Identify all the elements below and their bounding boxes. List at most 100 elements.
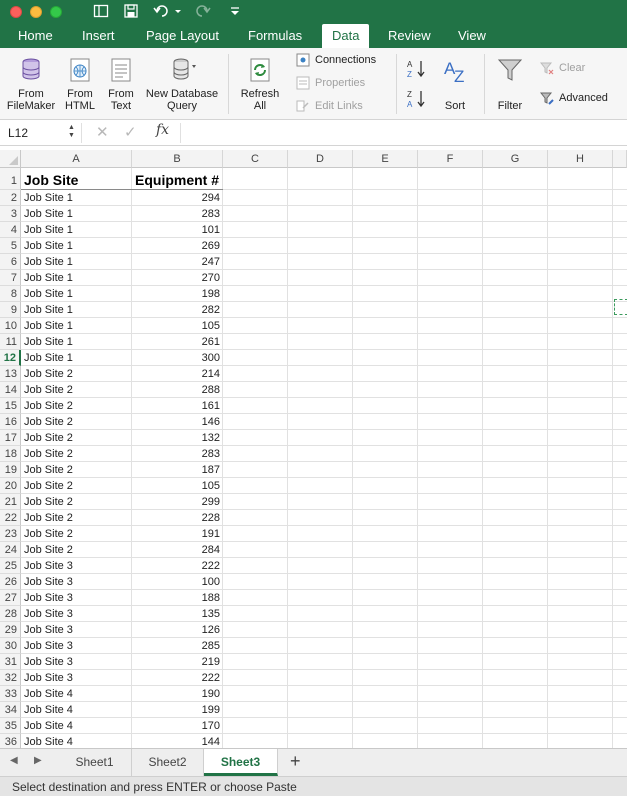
row-header[interactable]: 20 [0, 478, 21, 494]
equipment-number-cell[interactable]: 288 [132, 382, 223, 398]
job-site-cell[interactable]: Job Site 4 [21, 734, 132, 748]
advanced-filter-button[interactable]: Advanced [540, 90, 608, 106]
job-site-cell[interactable]: Job Site 4 [21, 718, 132, 734]
equipment-number-cell[interactable]: 144 [132, 734, 223, 748]
customize-toolbar-icon[interactable] [226, 3, 244, 21]
row-header[interactable]: 9 [0, 302, 21, 318]
equipment-number-cell[interactable]: 170 [132, 718, 223, 734]
job-site-cell[interactable]: Job Site 3 [21, 590, 132, 606]
row-header[interactable]: 22 [0, 510, 21, 526]
properties-button[interactable]: Properties [296, 75, 365, 91]
connections-button[interactable]: Connections [296, 52, 376, 68]
job-site-cell[interactable]: Job Site 1 [21, 334, 132, 350]
row-header[interactable]: 19 [0, 462, 21, 478]
row-header[interactable]: 15 [0, 398, 21, 414]
equipment-number-cell[interactable]: 282 [132, 302, 223, 318]
tab-page-layout[interactable]: Page Layout [136, 24, 229, 48]
row-header[interactable]: 8 [0, 286, 21, 302]
column-header-e[interactable]: E [353, 150, 418, 168]
equipment-number-cell[interactable]: 283 [132, 206, 223, 222]
row-header[interactable]: 35 [0, 718, 21, 734]
equipment-number-cell[interactable]: 269 [132, 238, 223, 254]
row-header[interactable]: 26 [0, 574, 21, 590]
job-site-cell[interactable]: Job Site 1 [21, 190, 132, 206]
row-header[interactable]: 14 [0, 382, 21, 398]
equipment-number-cell[interactable]: 188 [132, 590, 223, 606]
close-window-button[interactable] [10, 6, 22, 18]
row-header[interactable]: 17 [0, 430, 21, 446]
tab-view[interactable]: View [448, 24, 496, 48]
job-site-cell[interactable]: Job Site 4 [21, 702, 132, 718]
job-site-cell[interactable]: Job Site 1 [21, 318, 132, 334]
column-title-job-site[interactable]: Job Site [21, 168, 132, 190]
equipment-number-cell[interactable]: 270 [132, 270, 223, 286]
row-header[interactable]: 28 [0, 606, 21, 622]
add-sheet-icon[interactable]: + [290, 751, 301, 772]
job-site-cell[interactable]: Job Site 3 [21, 558, 132, 574]
tab-home[interactable]: Home [8, 24, 63, 48]
new-database-query-button[interactable]: New Database Query [142, 56, 222, 112]
row-header[interactable]: 16 [0, 414, 21, 430]
next-sheet-icon[interactable]: ▶ [34, 755, 42, 766]
job-site-cell[interactable]: Job Site 2 [21, 542, 132, 558]
column-header-b[interactable]: B [132, 150, 223, 168]
row-header[interactable]: 5 [0, 238, 21, 254]
worksheet-grid[interactable]: A B C D E F G H 1 Job Site Equipment #2 Job Site 12… [0, 150, 627, 748]
equipment-number-cell[interactable]: 187 [132, 462, 223, 478]
job-site-cell[interactable]: Job Site 1 [21, 254, 132, 270]
job-site-cell[interactable]: Job Site 3 [21, 574, 132, 590]
formula-input[interactable] [180, 123, 620, 143]
clear-filter-button[interactable]: Clear [540, 60, 585, 76]
equipment-number-cell[interactable]: 283 [132, 446, 223, 462]
confirm-entry-icon[interactable]: ✓ [124, 123, 137, 143]
row-header[interactable]: 33 [0, 686, 21, 702]
equipment-number-cell[interactable]: 222 [132, 558, 223, 574]
row-header[interactable]: 12 [0, 350, 21, 366]
equipment-number-cell[interactable]: 294 [132, 190, 223, 206]
equipment-number-cell[interactable]: 190 [132, 686, 223, 702]
equipment-number-cell[interactable]: 285 [132, 638, 223, 654]
row-header[interactable]: 30 [0, 638, 21, 654]
row-header[interactable]: 2 [0, 190, 21, 206]
redo-icon[interactable] [195, 3, 213, 21]
minimize-window-button[interactable] [30, 6, 42, 18]
row-header[interactable]: 10 [0, 318, 21, 334]
equipment-number-cell[interactable]: 198 [132, 286, 223, 302]
row-header[interactable]: 13 [0, 366, 21, 382]
equipment-number-cell[interactable]: 219 [132, 654, 223, 670]
equipment-number-cell[interactable]: 261 [132, 334, 223, 350]
refresh-all-button[interactable]: Refresh All [236, 56, 284, 112]
equipment-number-cell[interactable]: 105 [132, 318, 223, 334]
sidebar-toggle-icon[interactable] [92, 3, 110, 21]
row-header[interactable]: 3 [0, 206, 21, 222]
row-header[interactable]: 4 [0, 222, 21, 238]
row-header[interactable]: 27 [0, 590, 21, 606]
job-site-cell[interactable]: Job Site 3 [21, 622, 132, 638]
tab-formulas[interactable]: Formulas [238, 24, 312, 48]
row-header[interactable]: 11 [0, 334, 21, 350]
equipment-number-cell[interactable]: 100 [132, 574, 223, 590]
equipment-number-cell[interactable]: 161 [132, 398, 223, 414]
equipment-number-cell[interactable]: 247 [132, 254, 223, 270]
job-site-cell[interactable]: Job Site 2 [21, 414, 132, 430]
equipment-number-cell[interactable]: 199 [132, 702, 223, 718]
job-site-cell[interactable]: Job Site 3 [21, 606, 132, 622]
tab-insert[interactable]: Insert [72, 24, 125, 48]
equipment-number-cell[interactable]: 132 [132, 430, 223, 446]
job-site-cell[interactable]: Job Site 1 [21, 222, 132, 238]
equipment-number-cell[interactable]: 126 [132, 622, 223, 638]
save-icon[interactable] [122, 3, 140, 21]
row-header[interactable]: 21 [0, 494, 21, 510]
equipment-number-cell[interactable]: 300 [132, 350, 223, 366]
job-site-cell[interactable]: Job Site 4 [21, 686, 132, 702]
insert-function-icon[interactable]: fx [156, 122, 169, 138]
job-site-cell[interactable]: Job Site 2 [21, 478, 132, 494]
tab-review[interactable]: Review [378, 24, 441, 48]
cancel-entry-icon[interactable]: ✕ [96, 123, 109, 143]
filter-button[interactable]: Filter [492, 56, 528, 112]
job-site-cell[interactable]: Job Site 3 [21, 638, 132, 654]
job-site-cell[interactable]: Job Site 2 [21, 510, 132, 526]
from-html-button[interactable]: From HTML [60, 56, 100, 112]
row-header[interactable]: 36 [0, 734, 21, 748]
row-header[interactable]: 25 [0, 558, 21, 574]
